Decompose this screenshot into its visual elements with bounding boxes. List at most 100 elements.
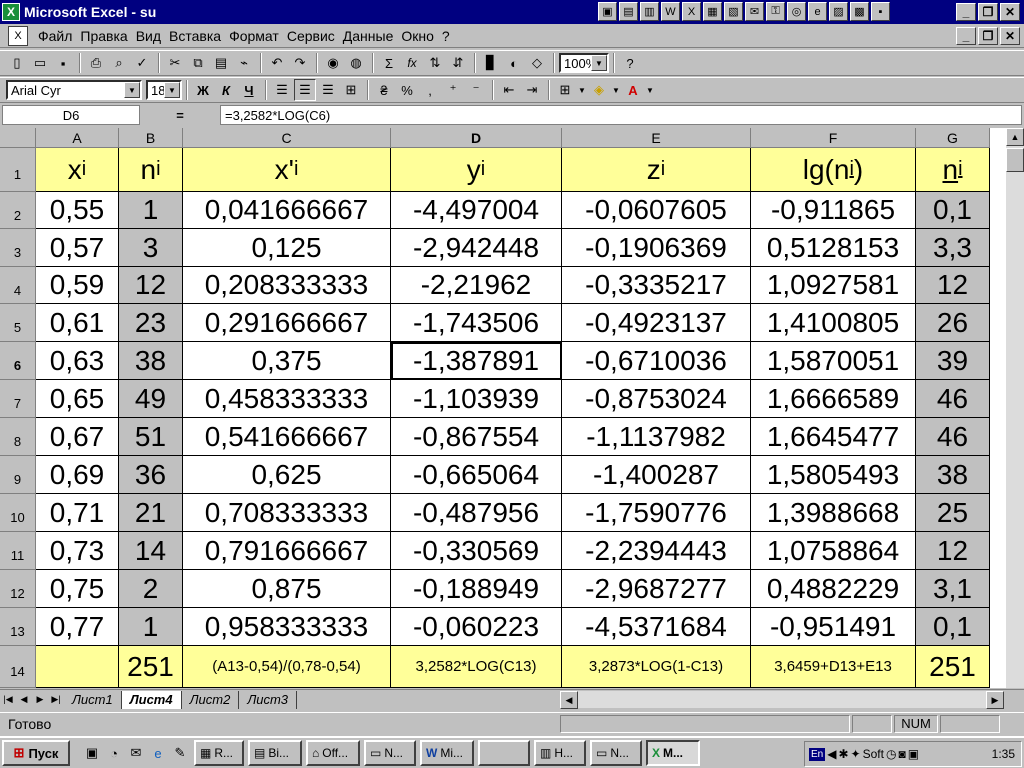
row-header-13[interactable]: 13 — [0, 608, 36, 646]
language-indicator[interactable]: En — [809, 747, 826, 761]
cell-a10[interactable]: 0,71 — [36, 494, 119, 532]
decrease-indent-icon[interactable]: ⇤ — [498, 79, 520, 101]
chart-wizard-icon[interactable]: ▊ — [480, 52, 502, 74]
workbook-icon[interactable]: X — [8, 25, 28, 46]
cell-d4[interactable]: -2,21962 — [391, 267, 562, 304]
redo-icon[interactable]: ↷ — [289, 52, 311, 74]
undo-icon[interactable]: ↶ — [266, 52, 288, 74]
cell-f11[interactable]: 1,0758864 — [751, 532, 916, 570]
cell-c3[interactable]: 0,125 — [183, 229, 391, 267]
next-sheet-icon[interactable]: ▶ — [32, 692, 48, 708]
cell-b4[interactable]: 12 — [119, 267, 183, 304]
cell-f6[interactable]: 1,5870051 — [751, 342, 916, 380]
cell-d12[interactable]: -0,188949 — [391, 570, 562, 608]
chevron-down-icon[interactable]: ▼ — [164, 82, 180, 98]
first-sheet-icon[interactable]: |◀ — [0, 692, 16, 708]
header-cell-g[interactable]: ni — [916, 148, 990, 192]
taskbar-button-excel[interactable]: X M... — [646, 740, 700, 766]
scroll-thumb[interactable] — [1006, 148, 1024, 172]
column-header-f[interactable]: F — [751, 128, 916, 148]
cell-g3[interactable]: 3,3 — [916, 229, 990, 267]
shortcut-icon[interactable]: ⚿ — [766, 2, 785, 21]
paste-icon[interactable]: ▤ — [210, 52, 232, 74]
cell-d2[interactable]: -4,497004 — [391, 192, 562, 229]
print-icon[interactable]: ⎙ — [85, 52, 107, 74]
office-assistant-icon[interactable]: ? — [619, 52, 641, 74]
cell-d6[interactable]: -1,387891 — [391, 342, 562, 380]
menu-file[interactable]: Файл — [34, 28, 76, 44]
column-header-b[interactable]: B — [119, 128, 183, 148]
decrease-decimal-icon[interactable]: ⁻ — [465, 79, 487, 101]
chevron-down-icon[interactable]: ▼ — [577, 79, 587, 101]
cell-b3[interactable]: 3 — [119, 229, 183, 267]
cell-e14[interactable]: 3,2873*LOG(1-C13) — [562, 646, 751, 688]
browser-icon[interactable]: e — [148, 743, 168, 763]
row-header-12[interactable]: 12 — [0, 570, 36, 608]
cell-g7[interactable]: 46 — [916, 380, 990, 418]
cell-e13[interactable]: -4,5371684 — [562, 608, 751, 646]
cell-e6[interactable]: -0,6710036 — [562, 342, 751, 380]
chevron-down-icon[interactable]: ▼ — [591, 55, 607, 71]
cell-b13[interactable]: 1 — [119, 608, 183, 646]
row-header-10[interactable]: 10 — [0, 494, 36, 532]
menu-help[interactable]: ? — [438, 28, 454, 44]
cell-a8[interactable]: 0,67 — [36, 418, 119, 456]
notepad-icon[interactable]: ✎ — [170, 743, 190, 763]
map-icon[interactable]: ◐ — [503, 52, 525, 74]
currency-icon[interactable]: ₴ — [373, 79, 395, 101]
taskbar-button[interactable]: ▤ Bi... — [248, 740, 302, 766]
chevron-down-icon[interactable]: ▼ — [124, 82, 140, 98]
menu-insert[interactable]: Вставка — [165, 28, 225, 44]
name-box[interactable]: D6 — [2, 105, 140, 125]
shortcut-icon[interactable]: ◎ — [787, 2, 806, 21]
cell-g10[interactable]: 25 — [916, 494, 990, 532]
sheet-tab-4[interactable]: Лист4 — [121, 690, 182, 709]
font-size-select[interactable]: 18 ▼ — [146, 80, 182, 100]
outlook-icon[interactable]: ✉ — [126, 743, 146, 763]
column-header-e[interactable]: E — [562, 128, 751, 148]
print-preview-icon[interactable]: ⌕ — [108, 52, 130, 74]
cell-b12[interactable]: 2 — [119, 570, 183, 608]
cell-a6[interactable]: 0,63 — [36, 342, 119, 380]
shortcut-icon[interactable]: X — [682, 2, 701, 21]
cell-c11[interactable]: 0,791666667 — [183, 532, 391, 570]
cell-b10[interactable]: 21 — [119, 494, 183, 532]
scroll-left-icon[interactable]: ◀ — [560, 691, 578, 709]
taskbar-button[interactable]: ⌂ Off... — [306, 740, 360, 766]
cell-b5[interactable]: 23 — [119, 304, 183, 342]
cell-a3[interactable]: 0,57 — [36, 229, 119, 267]
new-icon[interactable]: ▯ — [6, 52, 28, 74]
cell-b9[interactable]: 36 — [119, 456, 183, 494]
row-header-14[interactable]: 14 — [0, 646, 36, 688]
menu-window[interactable]: Окно — [397, 28, 438, 44]
column-header-d[interactable]: D — [391, 128, 562, 148]
cell-d11[interactable]: -0,330569 — [391, 532, 562, 570]
taskbar-button[interactable]: W Mi... — [420, 740, 474, 766]
cell-g11[interactable]: 12 — [916, 532, 990, 570]
excel-icon[interactable]: X — [2, 3, 20, 21]
taskbar-button[interactable] — [478, 740, 530, 766]
italic-button[interactable]: К — [215, 79, 237, 101]
cell-g8[interactable]: 46 — [916, 418, 990, 456]
tray-icon[interactable]: ✱ — [838, 747, 848, 761]
header-cell-c[interactable]: x' i — [183, 148, 391, 192]
underline-button[interactable]: Ч — [238, 79, 260, 101]
sheet-tab-1[interactable]: Лист1 — [64, 690, 122, 709]
cell-a2[interactable]: 0,55 — [36, 192, 119, 229]
cell-a9[interactable]: 0,69 — [36, 456, 119, 494]
shortcut-icon[interactable]: ▥ — [640, 2, 659, 21]
font-color-icon[interactable]: A — [622, 79, 644, 101]
tray-icon[interactable]: ▣ — [908, 747, 919, 761]
zoom-select[interactable]: 100% ▼ — [559, 53, 609, 73]
cell-d9[interactable]: -0,665064 — [391, 456, 562, 494]
cell-b7[interactable]: 49 — [119, 380, 183, 418]
cell-g9[interactable]: 38 — [916, 456, 990, 494]
function-icon[interactable]: fx — [401, 52, 423, 74]
cut-icon[interactable]: ✂ — [164, 52, 186, 74]
comma-style-icon[interactable]: , — [419, 79, 441, 101]
menu-data[interactable]: Данные — [339, 28, 398, 44]
cell-d5[interactable]: -1,743506 — [391, 304, 562, 342]
cell-d8[interactable]: -0,867554 — [391, 418, 562, 456]
last-sheet-icon[interactable]: ▶| — [48, 692, 64, 708]
copy-icon[interactable]: ⧉ — [187, 52, 209, 74]
